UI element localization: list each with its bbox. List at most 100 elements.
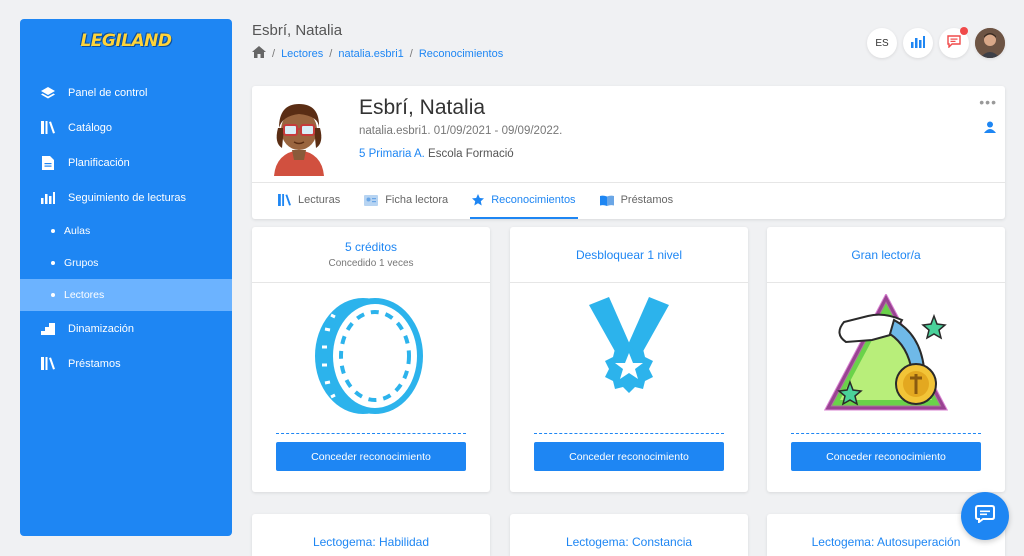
sidebar-subitem-label: Lectores	[64, 289, 105, 301]
books-icon	[40, 356, 56, 372]
sidebar-subitem-label: Grupos	[64, 257, 99, 269]
sidebar-item-label: Planificación	[68, 156, 130, 169]
award-title: Desbloquear 1 nivel	[575, 247, 683, 262]
person-icon[interactable]	[983, 120, 997, 138]
sidebar-item-catalogo[interactable]: Catálogo	[20, 110, 232, 145]
trophy-badge-icon	[823, 292, 949, 423]
sidebar-item-seguimiento-de-lecturas[interactable]: Seguimiento de lecturas	[20, 180, 232, 215]
award-card: Lectogema: Habilidad	[252, 514, 490, 556]
award-image	[510, 283, 748, 433]
bullet-dot	[51, 261, 55, 265]
profile-tabs: Lecturas Ficha lectora Reconocimientos P…	[276, 183, 695, 219]
breadcrumb: / Lectores / natalia.esbri1 / Reconocimi…	[252, 46, 503, 61]
diamond-layers-icon	[40, 85, 56, 101]
breadcrumb-item-user[interactable]: natalia.esbri1	[338, 48, 403, 60]
school-name: Escola Formació	[428, 148, 514, 160]
tab-label: Préstamos	[620, 194, 674, 206]
top-actions: ES	[867, 27, 1005, 58]
language-button[interactable]: ES	[867, 28, 897, 58]
tab-ficha-lectora[interactable]: Ficha lectora	[362, 183, 450, 219]
sidebar-subitem-label: Aulas	[64, 225, 91, 237]
breadcrumb-separator: /	[329, 47, 333, 60]
id-card-icon	[364, 194, 379, 206]
award-card-header: Lectogema: Habilidad	[252, 514, 490, 556]
message-icon	[947, 35, 961, 51]
award-image	[767, 283, 1005, 433]
book-open-icon	[599, 195, 614, 206]
sidebar-subitem-lectores[interactable]: Lectores	[20, 279, 232, 311]
grant-award-button[interactable]: Conceder reconocimiento	[276, 442, 466, 471]
sidebar-item-label: Catálogo	[68, 121, 113, 134]
bar-chart-icon	[911, 35, 925, 51]
sidebar-item-label: Préstamos	[68, 357, 121, 370]
sidebar-item-label: Dinamización	[68, 322, 135, 335]
steps-icon	[40, 321, 56, 337]
award-title: Lectogema: Habilidad	[312, 535, 430, 549]
award-card-header: Gran lector/a	[767, 227, 1005, 283]
sidebar-item-label: Seguimiento de lecturas	[68, 191, 187, 204]
reader-meta: natalia.esbri1. 01/09/2021 - 09/09/2022.	[359, 125, 563, 137]
books-icon	[278, 194, 291, 206]
award-card-header: 5 créditos Concedido 1 veces	[252, 227, 490, 283]
tab-lecturas[interactable]: Lecturas	[276, 183, 342, 219]
bar-chart-icon	[40, 190, 56, 206]
tab-label: Ficha lectora	[385, 194, 449, 206]
tab-label: Lecturas	[298, 194, 341, 206]
page-title: Esbrí, Natalia	[252, 22, 343, 39]
sidebar-nav: Panel de control Catálogo Planificación …	[20, 75, 232, 381]
sidebar-item-prestamos[interactable]: Préstamos	[20, 346, 232, 381]
messages-button[interactable]	[939, 27, 969, 58]
sidebar: LEGILAND Panel de control Catálogo Plani…	[20, 19, 232, 536]
user-avatar[interactable]	[975, 28, 1005, 58]
reader-name: Esbrí, Natalia	[359, 96, 486, 119]
tab-label: Reconocimientos	[491, 194, 576, 206]
class-link[interactable]: 5 Primaria A.	[359, 148, 425, 160]
breadcrumb-item-current[interactable]: Reconocimientos	[419, 48, 503, 60]
award-subtitle: Concedido 1 veces	[328, 258, 414, 269]
award-card: Gran lector/a Conceder reconocimiento	[767, 227, 1005, 492]
app-logo[interactable]: LEGILAND	[20, 31, 232, 51]
dashed-divider	[276, 433, 466, 434]
award-card-header: Lectogema: Constancia	[510, 514, 748, 556]
stats-button[interactable]	[903, 28, 933, 58]
reader-avatar	[264, 98, 334, 176]
award-card: Desbloquear 1 nivel Conceder reconocimie…	[510, 227, 748, 492]
coin-icon	[311, 295, 431, 422]
sidebar-subitem-aulas[interactable]: Aulas	[20, 215, 232, 247]
award-card-header: Desbloquear 1 nivel	[510, 227, 748, 283]
sidebar-item-planificacion[interactable]: Planificación	[20, 145, 232, 180]
breadcrumb-separator: /	[409, 47, 413, 60]
dashed-divider	[791, 433, 981, 434]
reader-profile-card: Esbrí, Natalia natalia.esbri1. 01/09/202…	[252, 86, 1005, 219]
books-icon	[40, 120, 56, 136]
grant-award-button[interactable]: Conceder reconocimiento	[791, 442, 981, 471]
notification-badge	[960, 27, 968, 35]
chat-button[interactable]	[961, 492, 1009, 540]
document-icon	[40, 155, 56, 171]
award-title: 5 créditos	[344, 240, 398, 254]
medal-icon	[579, 295, 679, 422]
reader-class: 5 Primaria A. Escola Formació	[359, 148, 514, 160]
award-card: Lectogema: Constancia	[510, 514, 748, 556]
bullet-dot	[51, 293, 55, 297]
grant-award-button[interactable]: Conceder reconocimiento	[534, 442, 724, 471]
sidebar-item-label: Panel de control	[68, 86, 148, 99]
tab-prestamos[interactable]: Préstamos	[598, 183, 676, 219]
breadcrumb-item-lectores[interactable]: Lectores	[281, 48, 323, 60]
award-title: Gran lector/a	[851, 247, 921, 262]
tab-reconocimientos[interactable]: Reconocimientos	[470, 183, 578, 219]
home-icon[interactable]	[252, 46, 266, 61]
award-title: Lectogema: Autosuperación	[811, 535, 961, 549]
profile-header: Esbrí, Natalia natalia.esbri1. 01/09/202…	[252, 86, 1005, 183]
award-title: Lectogema: Constancia	[565, 535, 693, 549]
sidebar-subitem-grupos[interactable]: Grupos	[20, 247, 232, 279]
star-icon	[472, 194, 485, 206]
bullet-dot	[51, 229, 55, 233]
dashed-divider	[534, 433, 724, 434]
more-options-icon[interactable]: •••	[979, 94, 997, 110]
award-image	[252, 283, 490, 433]
sidebar-item-panel-de-control[interactable]: Panel de control	[20, 75, 232, 110]
breadcrumb-separator: /	[272, 47, 276, 60]
chat-icon	[975, 504, 995, 528]
sidebar-item-dinamizacion[interactable]: Dinamización	[20, 311, 232, 346]
